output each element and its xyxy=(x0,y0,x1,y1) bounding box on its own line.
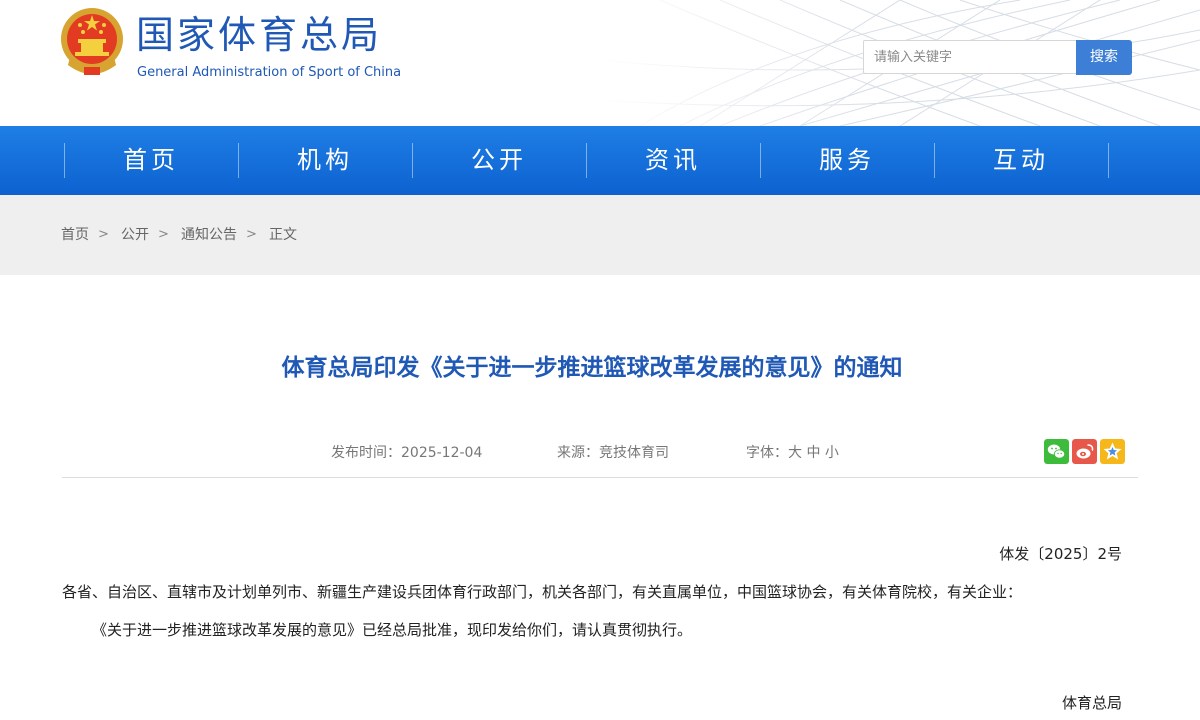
font-size-small[interactable]: 小 xyxy=(825,445,839,461)
document-number: 体发〔2025〕2号 xyxy=(999,545,1122,563)
nav-item-organization[interactable]: 机构 xyxy=(239,126,411,195)
breadcrumb-public[interactable]: 公开 xyxy=(121,225,149,245)
site-name-chinese[interactable]: 国家体育总局 xyxy=(136,12,382,58)
breadcrumb-notices[interactable]: 通知公告 xyxy=(181,225,237,245)
publish-time: 发布时间：2025-12-04 xyxy=(331,445,483,461)
national-emblem-logo xyxy=(61,8,123,75)
article-source: 来源：竞技体育司 xyxy=(557,445,669,461)
content-divider xyxy=(62,477,1138,478)
nav-item-news[interactable]: 资讯 xyxy=(587,126,759,195)
nav-separator xyxy=(1108,143,1109,178)
font-size-control: 字体：大 中 小 xyxy=(746,443,839,463)
search-input[interactable] xyxy=(863,40,1077,74)
article-title: 体育总局印发《关于进一步推进篮球改革发展的意见》的通知 xyxy=(281,355,903,381)
main-nav: 首页 机构 公开 资讯 服务 互动 xyxy=(0,126,1200,195)
body-paragraph: 《关于进一步推进篮球改革发展的意见》已经总局批准，现印发给你们，请认真贯彻执行。 xyxy=(92,621,693,639)
wechat-icon[interactable] xyxy=(1044,439,1069,464)
nav-item-home[interactable]: 首页 xyxy=(65,126,237,195)
breadcrumb-home[interactable]: 首页 xyxy=(61,225,89,245)
search-button[interactable]: 搜索 xyxy=(1076,40,1132,75)
font-size-medium[interactable]: 中 xyxy=(806,445,820,461)
breadcrumb: 首页 > 公开 > 通知公告 > 正文 xyxy=(0,195,1200,275)
qzone-icon[interactable] xyxy=(1100,439,1125,464)
font-size-large[interactable]: 大 xyxy=(788,445,802,461)
breadcrumb-current: 正文 xyxy=(269,227,297,243)
site-header: 国家体育总局 General Administration of Sport o… xyxy=(0,0,1200,126)
nav-item-interaction[interactable]: 互动 xyxy=(935,126,1107,195)
site-name-english[interactable]: General Administration of Sport of China xyxy=(137,64,401,82)
weibo-icon[interactable] xyxy=(1072,439,1097,464)
recipients-line: 各省、自治区、直辖市及计划单列市、新疆生产建设兵团体育行政部门，机关各部门，有关… xyxy=(62,583,1023,601)
nav-item-services[interactable]: 服务 xyxy=(761,126,933,195)
breadcrumb-separator: > xyxy=(246,227,257,242)
signature: 体育总局 xyxy=(1061,694,1122,712)
nav-item-public[interactable]: 公开 xyxy=(413,126,585,195)
breadcrumb-separator: > xyxy=(98,227,109,242)
font-size-label: 字体： xyxy=(746,445,788,461)
breadcrumb-separator: > xyxy=(158,227,169,242)
